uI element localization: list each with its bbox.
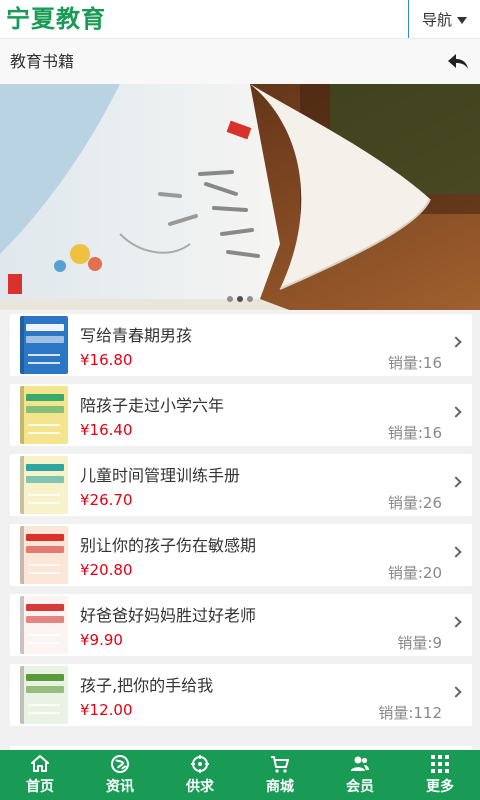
globe-icon — [111, 755, 129, 773]
product-price: ¥16.40 — [80, 421, 133, 439]
book-cover-image — [20, 386, 68, 444]
chevron-right-icon — [450, 546, 462, 558]
grid-icon — [431, 755, 449, 773]
tab-label: 会员 — [346, 779, 374, 795]
caret-down-icon — [457, 16, 467, 24]
banner-slider[interactable] — [0, 84, 480, 310]
list-item[interactable]: 孩子,把你的手给我 ¥12.00 销量:112 — [10, 664, 472, 726]
chevron-right-icon — [450, 616, 462, 628]
chevron-right-icon — [450, 336, 462, 348]
tab-label: 更多 — [426, 779, 454, 795]
product-price: ¥20.80 — [80, 561, 133, 579]
tab-mall[interactable]: 商城 — [240, 750, 320, 800]
back-arrow-icon[interactable] — [446, 51, 470, 73]
home-icon — [31, 755, 49, 772]
book-cover-image — [20, 596, 68, 654]
banner-image — [0, 84, 480, 310]
product-title: 陪孩子走过小学六年 — [80, 396, 225, 415]
product-title: 儿童时间管理训练手册 — [80, 466, 241, 485]
book-cover-image — [20, 666, 68, 724]
chevron-right-icon — [450, 686, 462, 698]
list-item[interactable]: 陪孩子走过小学六年 ¥16.40 销量:16 — [10, 384, 472, 446]
tab-label: 商城 — [266, 779, 294, 795]
nav-menu-button[interactable]: 导航 — [408, 0, 480, 38]
slider-dots[interactable] — [0, 296, 480, 302]
crosshair-icon — [191, 755, 209, 773]
book-cover-image — [20, 456, 68, 514]
slider-dot[interactable] — [247, 296, 253, 302]
slider-dot-active[interactable] — [237, 296, 243, 302]
product-sales: 销量:26 — [387, 494, 442, 512]
tab-label: 供求 — [186, 779, 214, 795]
tab-label: 首页 — [26, 779, 54, 795]
list-item[interactable]: 写给青春期男孩 ¥16.80 销量:16 — [10, 314, 472, 376]
product-sales: 销量:112 — [378, 704, 442, 722]
product-sales: 销量:16 — [387, 424, 442, 442]
tab-member[interactable]: 会员 — [320, 750, 400, 800]
product-title: 孩子,把你的手给我 — [80, 676, 214, 695]
list-item[interactable]: 别让你的孩子伤在敏感期 ¥20.80 销量:20 — [10, 524, 472, 586]
product-list: 写给青春期男孩 ¥16.80 销量:16 陪孩子走过小学六年 ¥16.40 销量… — [0, 314, 480, 734]
users-icon — [351, 756, 369, 771]
chevron-right-icon — [450, 476, 462, 488]
product-sales: 销量:20 — [387, 564, 442, 582]
product-price: ¥9.90 — [80, 631, 123, 649]
top-bar: 宁夏教育 导航 — [0, 0, 480, 38]
product-price: ¥16.80 — [80, 351, 133, 369]
bottom-tab-bar: 首页 资讯 供求 商城 会员 更多 — [0, 750, 480, 800]
product-sales: 销量:16 — [387, 354, 442, 372]
book-cover-image — [20, 316, 68, 374]
chevron-right-icon — [450, 406, 462, 418]
page-title: 教育书籍 — [10, 52, 75, 71]
tab-more[interactable]: 更多 — [400, 750, 480, 800]
tab-label: 资讯 — [106, 779, 134, 795]
tab-home[interactable]: 首页 — [0, 750, 80, 800]
cart-icon — [271, 756, 289, 773]
product-title: 写给青春期男孩 — [80, 326, 193, 345]
tab-supply[interactable]: 供求 — [160, 750, 240, 800]
product-title: 别让你的孩子伤在敏感期 — [80, 536, 257, 555]
nav-label: 导航 — [421, 10, 452, 29]
slider-dot[interactable] — [227, 296, 233, 302]
book-cover-image — [20, 526, 68, 584]
product-price: ¥12.00 — [80, 701, 133, 719]
list-item[interactable]: 好爸爸好妈妈胜过好老师 ¥9.90 销量:9 — [10, 594, 472, 656]
tab-news[interactable]: 资讯 — [80, 750, 160, 800]
product-sales: 销量:9 — [397, 634, 442, 652]
product-price: ¥26.70 — [80, 491, 133, 509]
site-logo[interactable]: 宁夏教育 — [6, 2, 106, 36]
list-item[interactable]: 儿童时间管理训练手册 ¥26.70 销量:26 — [10, 454, 472, 516]
sub-header: 教育书籍 — [0, 38, 480, 84]
product-title: 好爸爸好妈妈胜过好老师 — [80, 606, 257, 625]
